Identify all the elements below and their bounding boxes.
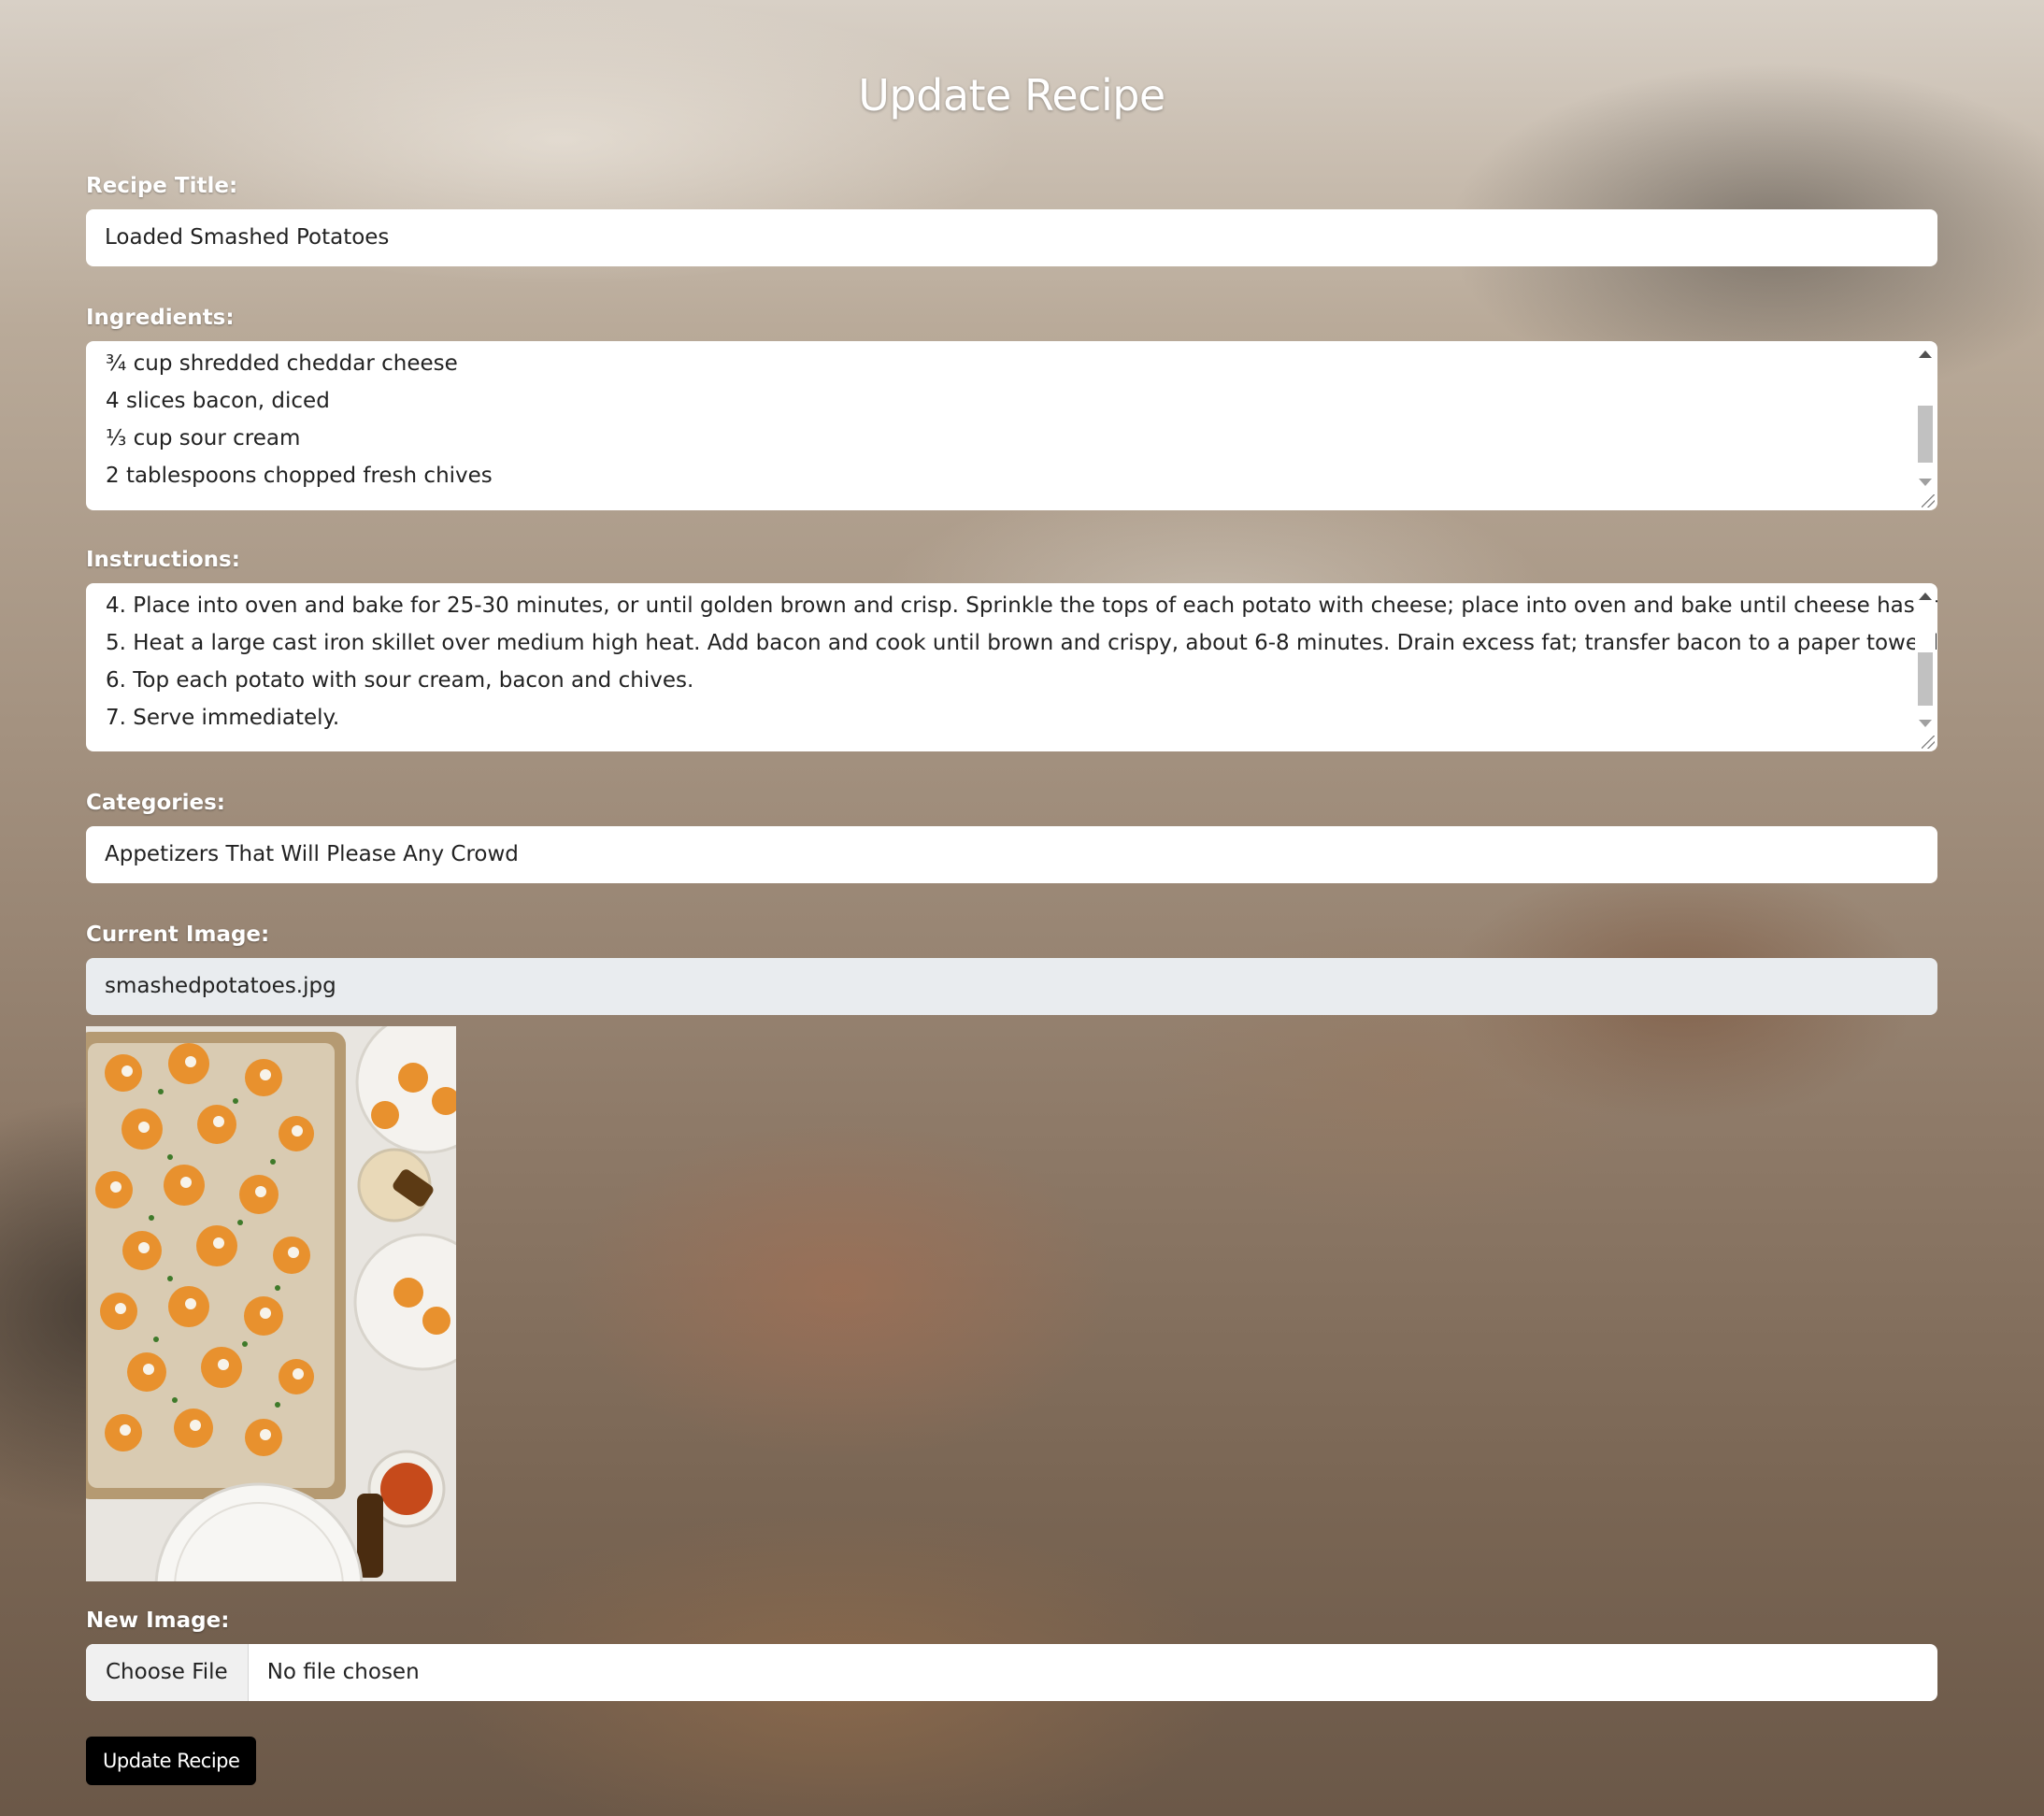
instruction-line: 7. Serve immediately. bbox=[106, 706, 340, 730]
choose-file-button[interactable]: Choose File bbox=[86, 1644, 249, 1701]
resize-grip-icon[interactable] bbox=[1922, 736, 1935, 749]
current-image-label: Current Image: bbox=[86, 922, 270, 947]
update-recipe-form: Update Recipe Recipe Title: Loaded Smash… bbox=[86, 0, 1937, 1785]
instruction-line: 6. Top each potato with sour cream, baco… bbox=[106, 668, 694, 693]
current-image-group: Current Image: smashedpotatoes.jpg bbox=[86, 922, 1937, 1015]
resize-grip-icon[interactable] bbox=[1922, 494, 1935, 508]
categories-label: Categories: bbox=[86, 791, 225, 815]
scroll-up-arrow-icon[interactable] bbox=[1919, 593, 1932, 600]
update-recipe-button[interactable]: Update Recipe bbox=[86, 1737, 257, 1785]
recipe-title-group: Recipe Title: Loaded Smashed Potatoes bbox=[86, 174, 1937, 266]
ingredients-group: Ingredients: ¾ cup shredded cheddar chee… bbox=[86, 306, 1937, 510]
scroll-down-arrow-icon[interactable] bbox=[1919, 720, 1932, 727]
ingredients-label: Ingredients: bbox=[86, 306, 235, 330]
ingredients-textarea[interactable]: ¾ cup shredded cheddar cheese 4 slices b… bbox=[86, 341, 1937, 510]
scroll-thumb[interactable] bbox=[1918, 406, 1933, 463]
new-image-group: New Image: Choose File No file chosen bbox=[86, 1609, 1937, 1701]
categories-input[interactable]: Appetizers That Will Please Any Crowd bbox=[86, 826, 1937, 883]
ingredient-line: 2 tablespoons chopped fresh chives bbox=[106, 464, 493, 488]
new-image-label: New Image: bbox=[86, 1609, 230, 1633]
instructions-label: Instructions: bbox=[86, 548, 240, 572]
scroll-up-arrow-icon[interactable] bbox=[1919, 350, 1932, 358]
current-image-filename: smashedpotatoes.jpg bbox=[86, 958, 1937, 1015]
recipe-title-label: Recipe Title: bbox=[86, 174, 238, 198]
instruction-line: 5. Heat a large cast iron skillet over m… bbox=[106, 631, 1937, 655]
categories-group: Categories: Appetizers That Will Please … bbox=[86, 791, 1937, 883]
scroll-thumb[interactable] bbox=[1918, 652, 1933, 706]
ingredient-line: ⅓ cup sour cream bbox=[106, 426, 301, 450]
ingredient-line: ¾ cup shredded cheddar cheese bbox=[106, 351, 458, 376]
file-status-text: No file chosen bbox=[266, 1660, 420, 1684]
smashed-potatoes-photo bbox=[86, 1026, 456, 1581]
instructions-textarea[interactable]: 4. Place into oven and bake for 25-30 mi… bbox=[86, 583, 1937, 751]
ingredient-line: 4 slices bacon, diced bbox=[106, 389, 330, 413]
instruction-line: 4. Place into oven and bake for 25-30 mi… bbox=[106, 593, 1937, 618]
scroll-down-arrow-icon[interactable] bbox=[1919, 479, 1932, 486]
page-title: Update Recipe bbox=[858, 70, 1165, 121]
ingredients-scrollbar[interactable] bbox=[1915, 343, 1936, 508]
instructions-scrollbar[interactable] bbox=[1915, 585, 1936, 750]
new-image-file-input[interactable]: Choose File No file chosen bbox=[86, 1644, 1937, 1701]
instructions-group: Instructions: 4. Place into oven and bak… bbox=[86, 548, 1937, 751]
current-recipe-image bbox=[86, 1026, 456, 1581]
recipe-title-input[interactable]: Loaded Smashed Potatoes bbox=[86, 209, 1937, 266]
